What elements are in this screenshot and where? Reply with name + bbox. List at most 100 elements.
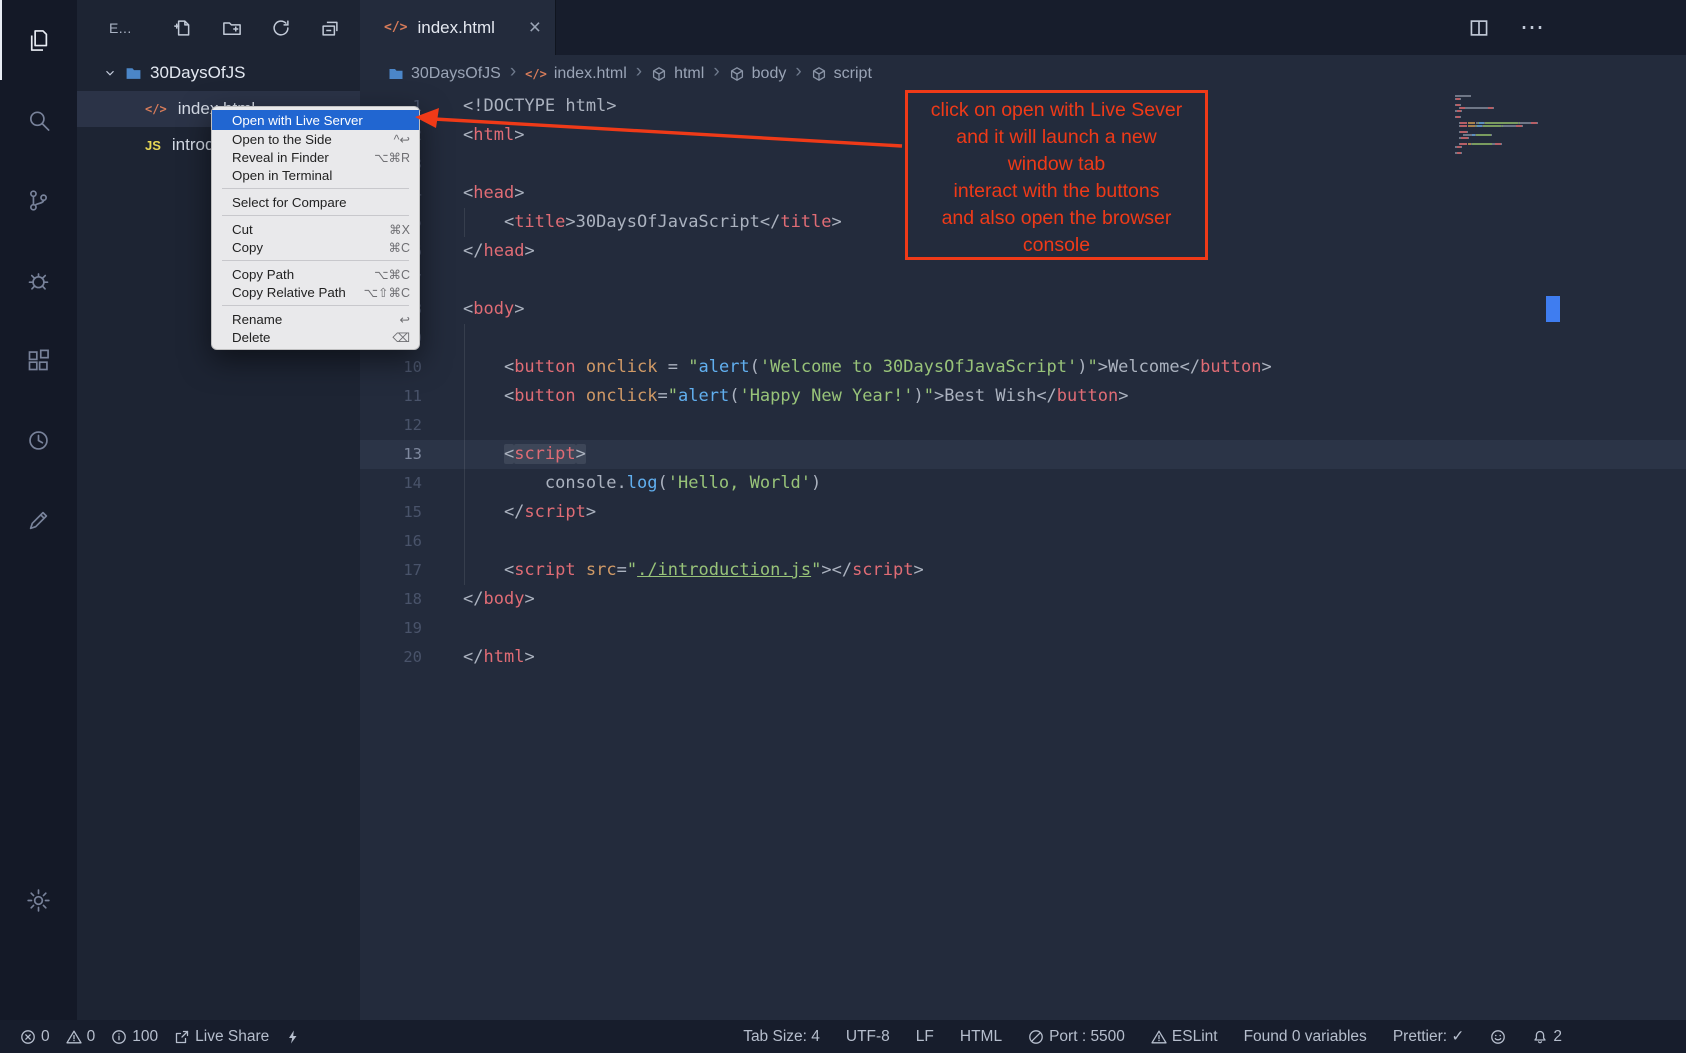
code-line-7[interactable]: 7 [360,266,1686,295]
status-label: 0 [87,1028,96,1046]
breadcrumb-item-script[interactable]: script [811,65,872,83]
code-text: </head> [422,237,535,266]
status-lightning[interactable] [285,1029,301,1045]
menu-item-open-in-terminal[interactable]: Open in Terminal [212,166,419,184]
menu-item-cut[interactable]: Cut⌘X [212,220,419,238]
activity-extensions[interactable] [0,320,77,400]
status-port-5500[interactable]: Port : 5500 [1028,1028,1125,1046]
code-line-10[interactable]: 10 <button onclick = "alert('Welcome to … [360,353,1686,382]
breadcrumb-label: index.html [554,65,627,83]
minimap[interactable] [1455,95,1547,155]
status-found-0-variables[interactable]: Found 0 variables [1244,1028,1367,1046]
breadcrumb: 30DaysOfJS›</>index.html›html›body›scrip… [360,55,1686,92]
tree-folder-30daysofjs[interactable]: 30DaysOfJS [77,55,360,91]
line-number: 14 [360,469,422,498]
code-line-18[interactable]: 18</body> [360,585,1686,614]
status-tab-size-4[interactable]: Tab Size: 4 [743,1028,820,1046]
code-line-15[interactable]: 15 </script> [360,498,1686,527]
line-number: 19 [360,614,422,643]
split-editor-icon[interactable] [1468,17,1490,39]
menu-item-shortcut: ⌥⌘C [374,267,410,282]
code-line-14[interactable]: 14 console.log('Hello, World') [360,469,1686,498]
status-live-share[interactable]: Live Share [174,1028,269,1046]
annotation-box: click on open with Live Severand it will… [905,90,1208,260]
code-text: <script> [422,440,586,469]
status-eslint[interactable]: ESLint [1151,1028,1218,1046]
breadcrumb-item-body[interactable]: body [729,65,787,83]
status-html[interactable]: HTML [960,1028,1002,1046]
code-text [422,527,463,556]
code-line-17[interactable]: 17 <script src="./introduction.js"></scr… [360,556,1686,585]
code-text: </html> [422,643,535,672]
scrollbar-marker[interactable] [1546,296,1560,322]
activity-run-debug[interactable] [0,240,77,320]
code-line-9[interactable]: 9 [360,324,1686,353]
warning-icon [66,1029,82,1045]
info-icon [111,1029,127,1045]
status-0[interactable]: 0 [66,1028,96,1046]
status-label: Tab Size: 4 [743,1028,820,1046]
status-lf[interactable]: LF [916,1028,934,1046]
activity-bar [0,0,77,1020]
bell-icon [1532,1029,1548,1045]
menu-item-reveal-in-finder[interactable]: Reveal in Finder⌥⌘R [212,148,419,166]
menu-item-select-for-compare[interactable]: Select for Compare [212,193,419,211]
activity-clock[interactable] [0,400,77,480]
code-text: console.log('Hello, World') [422,469,821,498]
activity-feedback[interactable] [0,480,77,560]
collapse-all-icon[interactable] [320,18,340,38]
activity-settings[interactable] [0,860,77,940]
menu-item-delete[interactable]: Delete⌫ [212,328,419,346]
status-0[interactable]: 0 [20,1028,50,1046]
status-2[interactable]: 2 [1532,1028,1562,1046]
status-prettier[interactable]: Prettier: ✓ [1393,1027,1465,1046]
status-label: 100 [132,1028,158,1046]
activity-source-control[interactable] [0,160,77,240]
menu-item-open-with-live-server[interactable]: Open with Live Server [212,110,419,130]
code-line-16[interactable]: 16 [360,527,1686,556]
code-text [422,411,463,440]
more-actions-icon[interactable]: ⋯ [1520,13,1545,42]
menu-item-open-to-the-side[interactable]: Open to the Side^↩ [212,130,419,148]
menu-item-rename[interactable]: Rename↩ [212,310,419,328]
menu-item-label: Open to the Side [232,132,332,147]
breadcrumb-item-html[interactable]: html [651,65,704,83]
menu-item-copy[interactable]: Copy⌘C [212,238,419,256]
status-label: 0 [41,1028,50,1046]
menu-item-copy-relative-path[interactable]: Copy Relative Path⌥⇧⌘C [212,283,419,301]
menu-item-label: Copy [232,240,263,255]
tab-index-html[interactable]: </> index.html × [360,0,556,55]
status-label: Found 0 variables [1244,1028,1367,1046]
code-text [422,614,463,643]
status-label: HTML [960,1028,1002,1046]
new-file-icon[interactable] [173,18,193,38]
code-line-19[interactable]: 19 [360,614,1686,643]
new-folder-icon[interactable] [222,18,242,38]
breadcrumb-item-30daysofjs[interactable]: 30DaysOfJS [388,65,501,83]
minimap-line [1455,152,1547,155]
menu-item-copy-path[interactable]: Copy Path⌥⌘C [212,265,419,283]
annotation-line: interact with the buttons [908,178,1205,205]
warning-icon [1151,1029,1167,1045]
line-number: 20 [360,643,422,672]
breadcrumb-label: script [834,65,872,83]
explorer-actions [173,18,340,38]
refresh-icon[interactable] [271,18,291,38]
code-line-8[interactable]: 8<body> [360,295,1686,324]
code-line-20[interactable]: 20</html> [360,643,1686,672]
status-smiley[interactable] [1490,1029,1506,1045]
status-label: ESLint [1172,1028,1218,1046]
status-100[interactable]: 100 [111,1028,158,1046]
code-text [422,324,463,353]
status-utf-8[interactable]: UTF-8 [846,1028,890,1046]
menu-separator [222,215,409,216]
code-line-11[interactable]: 11 <button onclick="alert('Happy New Yea… [360,382,1686,411]
code-line-12[interactable]: 12 [360,411,1686,440]
breadcrumb-item-index-html[interactable]: </>index.html [525,65,627,83]
code-line-13[interactable]: 13 <script> [360,440,1686,469]
menu-item-label: Open in Terminal [232,168,332,183]
indent-guide [464,208,465,237]
activity-search[interactable] [0,80,77,160]
close-tab-icon[interactable]: × [529,17,541,38]
activity-explorer[interactable] [0,0,77,80]
